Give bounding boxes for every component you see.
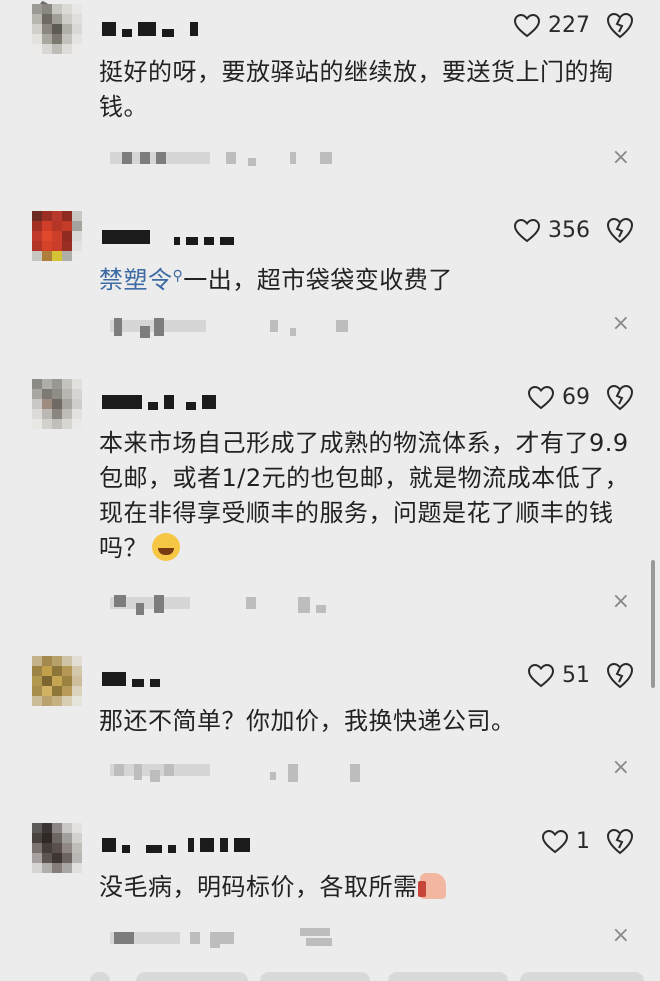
next-row-preview (0, 966, 660, 981)
comment-meta (110, 758, 636, 784)
username[interactable] (102, 18, 198, 40)
like-count: 356 (548, 218, 590, 243)
heart-outline-icon (514, 218, 540, 242)
heart-outline-icon (542, 829, 568, 853)
laughing-face-icon (152, 533, 180, 561)
broken-heart-icon[interactable] (606, 217, 634, 245)
close-icon[interactable]: × (612, 925, 630, 947)
broken-heart-icon[interactable] (606, 384, 634, 412)
comment-body: 一出，超市袋袋变收费了 (183, 266, 453, 294)
like-count: 227 (548, 13, 590, 38)
comment-meta (110, 926, 636, 952)
comment-text: 本来市场自己形成了成熟的物流体系，才有了9.9包邮，或者1/2元的也包邮，就是物… (99, 426, 630, 566)
username[interactable] (102, 226, 234, 248)
like-count: 51 (562, 663, 590, 688)
avatar[interactable] (32, 656, 82, 706)
heart-outline-icon (528, 385, 554, 409)
heart-outline-icon (528, 663, 554, 687)
search-icon: ⚲ (172, 268, 184, 284)
close-icon[interactable]: × (612, 591, 630, 613)
avatar[interactable] (32, 211, 82, 261)
like-button[interactable]: 69 (528, 385, 590, 410)
comment-meta (110, 146, 636, 172)
comment-text: 没毛病，明码标价，各取所需 (99, 870, 630, 905)
comment-body: 没毛病，明码标价，各取所需 (99, 873, 418, 901)
comment-meta (110, 314, 636, 340)
username[interactable] (102, 391, 216, 413)
username[interactable] (102, 834, 250, 856)
close-icon[interactable]: × (612, 147, 630, 169)
comment-text: 那还不简单？你加价，我换快递公司。 (99, 707, 516, 735)
like-button[interactable]: 227 (514, 13, 590, 38)
thumbs-up-icon (417, 873, 446, 899)
mention-link[interactable]: 禁塑令 (99, 266, 173, 294)
broken-heart-icon[interactable] (606, 828, 634, 856)
broken-heart-icon[interactable] (606, 12, 634, 40)
close-icon[interactable]: × (612, 757, 630, 779)
broken-heart-icon[interactable] (606, 662, 634, 690)
like-count: 69 (562, 385, 590, 410)
like-button[interactable]: 51 (528, 663, 590, 688)
close-icon[interactable]: × (612, 313, 630, 335)
avatar[interactable] (32, 4, 82, 54)
like-button[interactable]: 356 (514, 218, 590, 243)
like-count: 1 (576, 829, 590, 854)
comment-text: 禁塑令⚲一出，超市袋袋变收费了 (99, 259, 630, 298)
avatar[interactable] (32, 823, 82, 873)
heart-outline-icon (514, 13, 540, 37)
scrollbar[interactable] (651, 560, 655, 688)
comment-text: 挺好的呀，要放驿站的继续放，要送货上门的掏钱。 (99, 58, 614, 121)
username[interactable] (102, 668, 160, 690)
avatar[interactable] (32, 379, 82, 429)
like-button[interactable]: 1 (542, 829, 590, 854)
comment-meta (110, 591, 636, 617)
